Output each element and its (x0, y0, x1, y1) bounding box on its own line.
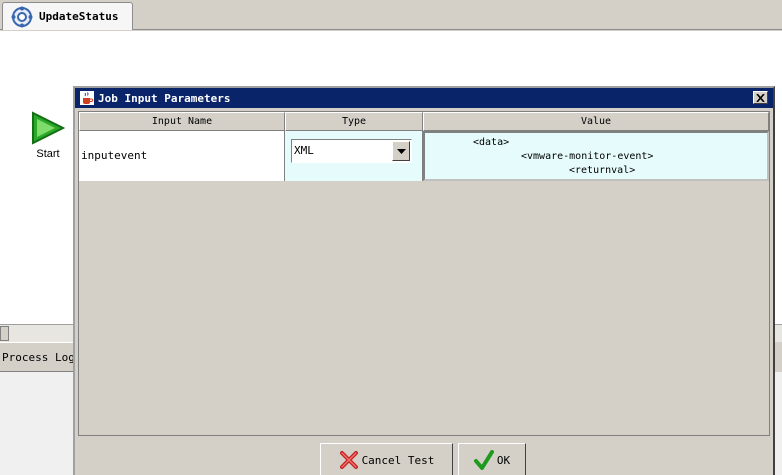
xml-value-line: <data> (473, 137, 510, 148)
value-editor[interactable]: <data> <vmware-monitor-event> <returnval… (423, 131, 769, 181)
tab-process-log[interactable]: Process Log (0, 345, 81, 371)
cancel-x-icon (339, 451, 358, 469)
ok-button[interactable]: OK (458, 443, 526, 475)
parameters-table: Input Name Type Value inputevent XML <da… (78, 111, 770, 436)
chevron-down-icon (396, 148, 406, 154)
scroll-left-button[interactable] (0, 326, 9, 341)
type-dropdown-button[interactable] (392, 141, 410, 161)
input-name-cell[interactable]: inputevent (79, 131, 285, 181)
type-cell: XML (285, 131, 423, 181)
dialog-close-button[interactable] (753, 91, 768, 104)
dialog-title: Job Input Parameters (98, 91, 231, 105)
start-node-label: Start (36, 148, 60, 160)
java-cup-icon (80, 91, 94, 105)
ok-label: OK (496, 453, 511, 467)
editor-tab-strip: UpdateStatus (0, 0, 782, 30)
start-node[interactable]: Start (26, 111, 70, 160)
column-header-input-name[interactable]: Input Name (79, 112, 285, 131)
close-icon (756, 93, 765, 102)
dialog-title-bar[interactable]: Job Input Parameters (75, 88, 773, 108)
column-header-value[interactable]: Value (423, 112, 769, 131)
table-row: inputevent XML <data> <vmware-monitor-ev… (79, 131, 769, 181)
type-select-value: XML (294, 144, 314, 157)
xml-value-line: <vmware-monitor-event> (521, 151, 654, 162)
cancel-test-label: Cancel Test (361, 453, 435, 467)
xml-value-line: <returnval> (569, 165, 636, 176)
job-input-parameters-dialog: Job Input Parameters Input Name Type Val… (73, 86, 775, 475)
tab-update-status[interactable]: UpdateStatus (2, 2, 133, 30)
checkmark-icon (473, 450, 494, 470)
column-header-type[interactable]: Type (285, 112, 423, 131)
cancel-test-button[interactable]: Cancel Test (320, 443, 453, 475)
start-play-icon (32, 111, 66, 145)
type-select[interactable]: XML (291, 139, 412, 163)
workflow-gear-icon (11, 6, 33, 27)
tab-label: UpdateStatus (39, 10, 119, 23)
